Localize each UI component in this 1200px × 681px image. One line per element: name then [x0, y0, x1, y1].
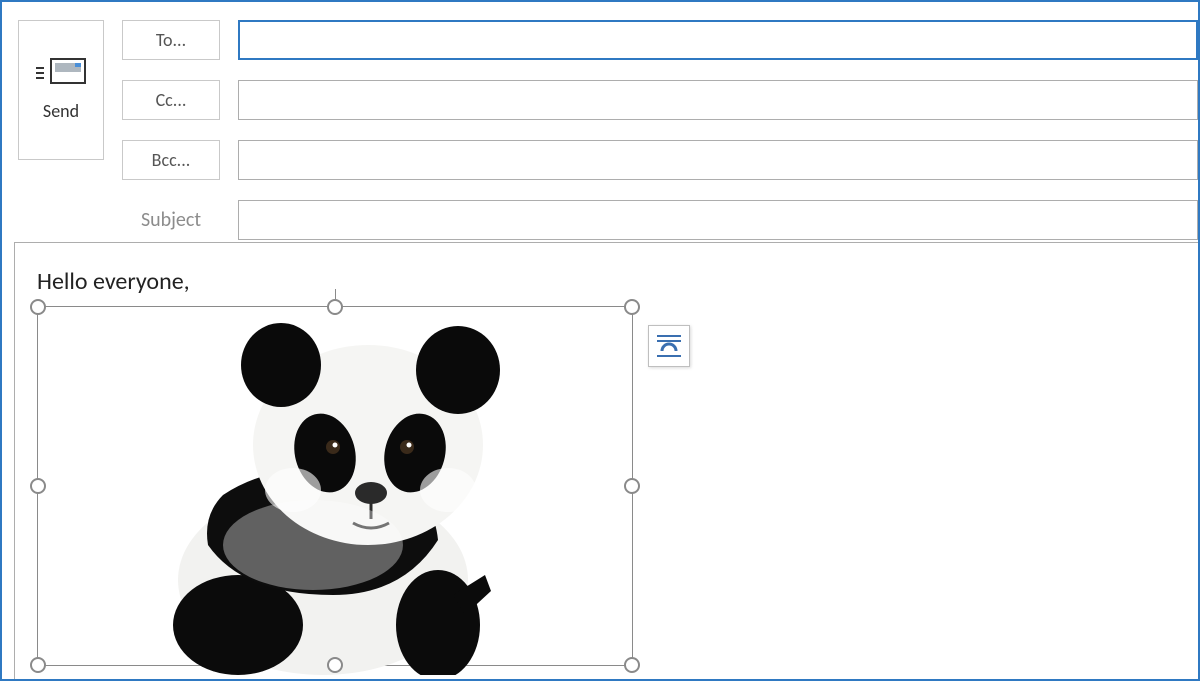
to-button[interactable]: To...: [122, 20, 220, 60]
resize-handle-top-middle[interactable]: [327, 299, 343, 315]
bcc-field[interactable]: [238, 140, 1198, 180]
cc-field[interactable]: [238, 80, 1198, 120]
cc-button[interactable]: Cc...: [122, 80, 220, 120]
message-body[interactable]: Hello everyone,: [14, 242, 1198, 679]
layout-options-button[interactable]: [648, 325, 690, 367]
compose-window: Send To... Cc... Bcc... Subject Hello ev…: [0, 0, 1200, 681]
resize-handle-bottom-right[interactable]: [624, 657, 640, 673]
send-label: Send: [43, 100, 79, 122]
subject-label: Subject: [122, 200, 220, 240]
bcc-button[interactable]: Bcc...: [122, 140, 220, 180]
compose-header: Send To... Cc... Bcc... Subject: [2, 2, 1198, 240]
resize-handle-middle-right[interactable]: [624, 478, 640, 494]
send-envelope-icon: [36, 58, 86, 88]
panda-image-icon: [153, 295, 553, 675]
send-button[interactable]: Send: [18, 20, 104, 160]
resize-handle-top-left[interactable]: [30, 299, 46, 315]
inserted-image[interactable]: [37, 306, 633, 666]
resize-handle-middle-left[interactable]: [30, 478, 46, 494]
to-field[interactable]: [238, 20, 1198, 60]
layout-options-icon: [654, 331, 684, 361]
resize-handle-bottom-middle[interactable]: [327, 657, 343, 673]
subject-field[interactable]: [238, 200, 1198, 240]
resize-handle-top-right[interactable]: [624, 299, 640, 315]
greeting-text: Hello everyone,: [37, 267, 1176, 296]
resize-handle-bottom-left[interactable]: [30, 657, 46, 673]
